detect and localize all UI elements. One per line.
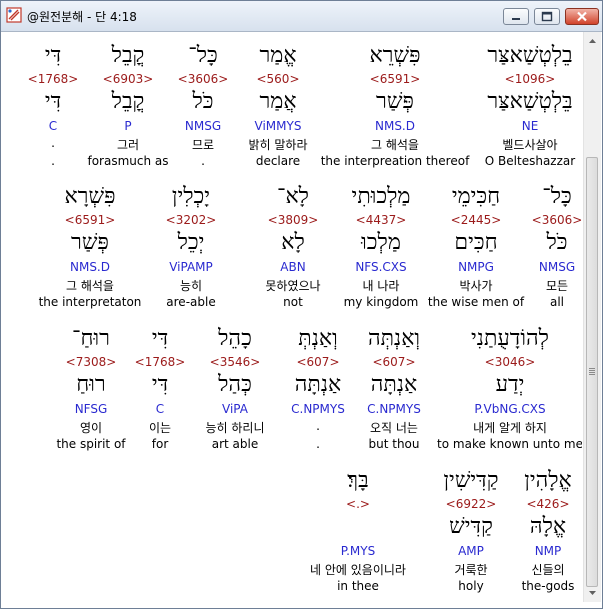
strongs-number[interactable]: <3606> (502, 213, 582, 227)
hebrew-word: בָּךְ׃ (347, 468, 369, 493)
lemma: יְכֵל (177, 230, 205, 255)
grip-icon (589, 368, 595, 369)
hebrew-word: פִּשְׁרָא (64, 184, 116, 209)
korean-gloss: 네 안에 있음이니라 (310, 563, 406, 577)
morphology: NFS.CXS (355, 260, 407, 274)
hebrew-word: וְאַנְתְּה (367, 326, 421, 351)
scroll-thumb[interactable] (586, 157, 598, 587)
morphology: P.MYS (340, 544, 376, 558)
strongs-number[interactable]: <607> (339, 355, 449, 369)
strongs-number[interactable]: <3046> (455, 355, 565, 369)
lemma: אַנְתָּה (370, 372, 418, 397)
app-window: @원전분해 - 단 4:18 דִּי <1768> דִּי C . . קֳ… (0, 0, 603, 609)
korean-gloss: 신들의 (531, 563, 565, 577)
vertical-scrollbar[interactable] (583, 32, 601, 602)
lemma: מַלְכוּ (361, 230, 401, 255)
hebrew-word: פִּשְׁרֵא (369, 43, 421, 68)
english-gloss: all (549, 295, 565, 309)
english-gloss: to make known unto me (437, 437, 582, 451)
korean-gloss: 벨드사살아 (502, 138, 558, 152)
morphology: P.VbNG.CXS (474, 402, 546, 416)
scroll-up-icon (589, 39, 596, 43)
lemma: אֲמַר (259, 89, 297, 114)
korean-gloss: 내게 알게 하지 (473, 421, 547, 435)
minimize-button[interactable] (503, 8, 529, 25)
english-gloss: the-gods (521, 579, 575, 593)
strongs-number[interactable]: <4437> (326, 213, 436, 227)
morphology: NMS.D (374, 119, 415, 133)
morphology: ViPAMP (169, 260, 213, 274)
scroll-up-button[interactable] (585, 33, 600, 49)
strongs-number[interactable]: <1096> (475, 72, 582, 86)
lemma: יְדַע (495, 372, 525, 397)
hebrew-word: יָכְלִין (171, 184, 211, 209)
english-gloss: in thee (337, 579, 379, 593)
korean-gloss: 그 해석을 (371, 138, 419, 152)
strongs-number[interactable]: <6591> (35, 213, 145, 227)
morphology: C.NPMYS (367, 402, 421, 416)
morphology: NE (521, 119, 539, 133)
korean-gloss: 내 나라 (362, 279, 400, 293)
hebrew-word: אֱמַר (259, 43, 297, 68)
korean-gloss: 그 해석을 (66, 279, 114, 293)
strongs-number[interactable]: <6591> (340, 72, 450, 86)
lemma: פְּשַׁר (71, 230, 109, 255)
morphology: NMS.D (69, 260, 110, 274)
app-icon (6, 7, 22, 23)
hebrew-word: מַלְכוּתִי (351, 184, 411, 209)
window-title: @원전분해 - 단 4:18 (27, 10, 137, 24)
english-gloss: the interpreation thereof (320, 154, 470, 168)
english-gloss: are-able (166, 295, 216, 309)
lemma: פְּשַׁר (376, 89, 414, 114)
scroll-down-button[interactable] (585, 585, 600, 601)
title-bar[interactable]: @원전분해 - 단 4:18 (1, 1, 602, 32)
hebrew-word: אֱלָהִין (524, 468, 572, 493)
scroll-down-icon (589, 591, 596, 595)
korean-gloss: 모든 (545, 279, 569, 293)
analysis-pane: דִּי <1768> דִּי C . . קֳבֵל <6903> קֳבֵ… (5, 32, 582, 602)
lemma: בֵּלְטְשַׁאצַּר (487, 89, 573, 114)
strongs-number[interactable]: <560> (223, 72, 333, 86)
maximize-button[interactable] (534, 8, 560, 25)
close-icon (577, 11, 587, 22)
strongs-number[interactable]: <3202> (136, 213, 246, 227)
close-button[interactable] (565, 8, 599, 25)
korean-gloss: 능히 (179, 279, 203, 293)
korean-gloss: 오직 너는 (370, 421, 418, 435)
morphology: ViMMYS (254, 119, 302, 133)
morphology: NMSG (538, 260, 576, 274)
lemma: אֱלָהּ (529, 514, 567, 539)
hebrew-word: לְהוֹדָעֻתַנִי (471, 326, 549, 351)
english-gloss: O Belteshazzar (484, 154, 576, 168)
korean-gloss: 밝히 말하라 (248, 138, 308, 152)
hebrew-word: בֵלְטְשַׁאצַּר (487, 43, 573, 68)
minimize-icon (512, 18, 520, 20)
strongs-number[interactable]: <426> (493, 497, 582, 511)
maximize-icon (541, 11, 553, 22)
morphology: NMP (534, 544, 562, 558)
strongs-number[interactable]: <.> (303, 497, 413, 511)
lemma: כֹּל (546, 230, 568, 255)
hebrew-word: כָּל־ (542, 184, 572, 209)
